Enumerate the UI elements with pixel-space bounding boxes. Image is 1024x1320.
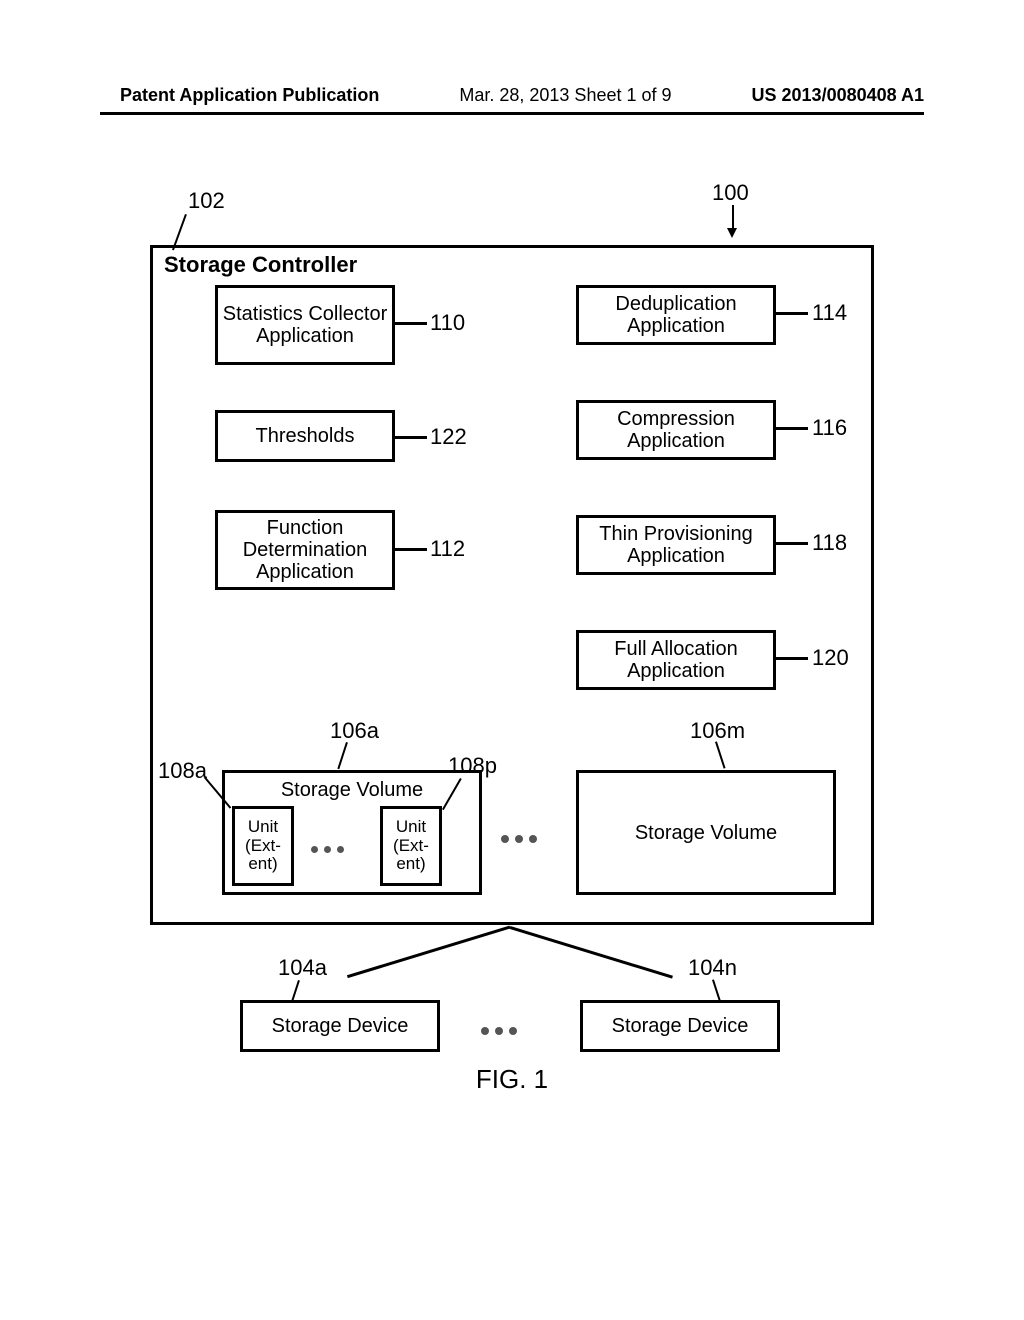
unit-108p-text: Unit (Ext-ent) [387, 818, 435, 874]
function-determination-text: Function Determination Application [222, 517, 388, 583]
statistics-collector-block: Statistics Collector Application [215, 285, 395, 365]
ref-104n: 104n [688, 955, 737, 981]
lead-114 [776, 312, 808, 315]
lead-120 [776, 657, 808, 660]
ref-106m: 106m [690, 718, 745, 744]
tri-right [510, 926, 673, 978]
deduplication-text: Deduplication Application [583, 293, 769, 337]
storage-volume-m-text: Storage Volume [635, 822, 777, 844]
lead-110 [395, 322, 427, 325]
lead-100-arrow [727, 228, 737, 238]
dots-devices [478, 1020, 520, 1041]
ref-110: 110 [430, 310, 465, 336]
header-left: Patent Application Publication [120, 85, 379, 106]
ref-104a: 104a [278, 955, 327, 981]
lead-122 [395, 436, 427, 439]
unit-108a-text: Unit (Ext-ent) [239, 818, 287, 874]
deduplication-block: Deduplication Application [576, 285, 776, 345]
dots-units [308, 838, 347, 859]
storage-volume-a-text: Storage Volume [281, 779, 423, 801]
lead-118 [776, 542, 808, 545]
thresholds-text: Thresholds [256, 425, 355, 447]
storage-controller-label: Storage Controller [164, 252, 357, 278]
full-allocation-text: Full Allocation Application [583, 638, 769, 682]
thresholds-block: Thresholds [215, 410, 395, 462]
ref-116: 116 [812, 415, 847, 441]
ref-100: 100 [712, 180, 749, 206]
thin-provisioning-text: Thin Provisioning Application [583, 523, 769, 567]
full-allocation-block: Full Allocation Application [576, 630, 776, 690]
storage-device-n-text: Storage Device [612, 1015, 749, 1037]
compression-block: Compression Application [576, 400, 776, 460]
lead-116 [776, 427, 808, 430]
unit-108p: Unit (Ext-ent) [380, 806, 442, 886]
storage-device-a: Storage Device [240, 1000, 440, 1052]
storage-device-a-text: Storage Device [272, 1015, 409, 1037]
figure-caption: FIG. 1 [0, 1064, 1024, 1095]
thin-provisioning-block: Thin Provisioning Application [576, 515, 776, 575]
storage-volume-m: Storage Volume [576, 770, 836, 895]
header-right: US 2013/0080408 A1 [752, 85, 924, 106]
lead-112 [395, 548, 427, 551]
ref-120: 120 [812, 645, 849, 671]
function-determination-block: Function Determination Application [215, 510, 395, 590]
compression-text: Compression Application [583, 408, 769, 452]
header-rule [100, 112, 924, 115]
ref-102: 102 [188, 188, 225, 214]
ref-114: 114 [812, 300, 847, 326]
header-center: Mar. 28, 2013 Sheet 1 of 9 [459, 85, 671, 106]
ref-108p: 108p [448, 753, 497, 779]
ref-112: 112 [430, 536, 465, 562]
tri-left [347, 926, 510, 978]
storage-device-n: Storage Device [580, 1000, 780, 1052]
statistics-collector-text: Statistics Collector Application [222, 303, 388, 347]
ref-118: 118 [812, 530, 847, 556]
ref-108a: 108a [158, 758, 207, 784]
lead-100-line [732, 205, 734, 229]
unit-108a: Unit (Ext-ent) [232, 806, 294, 886]
page-header: Patent Application Publication Mar. 28, … [0, 85, 1024, 106]
ref-106a: 106a [330, 718, 379, 744]
ref-122: 122 [430, 424, 467, 450]
dots-volumes [498, 828, 540, 849]
